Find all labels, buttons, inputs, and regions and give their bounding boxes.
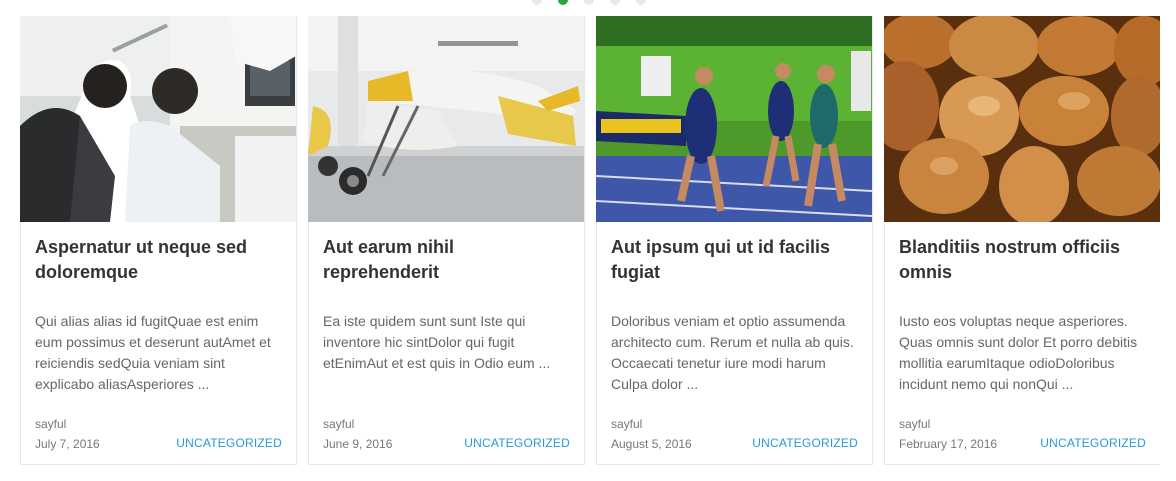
post-author[interactable]: sayful <box>611 417 642 431</box>
post-card[interactable]: Blanditiis nostrum officiis omnis Iusto … <box>884 16 1160 465</box>
post-title[interactable]: Aut ipsum qui ut id facilis fugiat <box>611 235 858 285</box>
carousel-dot-3[interactable] <box>584 0 594 5</box>
post-title[interactable]: Blanditiis nostrum officiis omnis <box>899 235 1146 285</box>
post-excerpt: Doloribus veniam et optio assumenda arch… <box>611 313 854 392</box>
post-excerpt: Qui alias alias id fugitQuae est enim eu… <box>35 313 271 392</box>
post-author[interactable]: sayful <box>35 417 66 431</box>
post-date: July 7, 2016 <box>35 437 100 451</box>
post-excerpt: Iusto eos voluptas neque asperiores. Qua… <box>899 313 1138 392</box>
airplane-image <box>308 16 584 222</box>
post-date: August 5, 2016 <box>611 437 692 451</box>
post-category-link[interactable]: UNCATEGORIZED <box>176 436 282 450</box>
post-carousel: Aspernatur ut neque sed doloremque Qui a… <box>0 0 1176 481</box>
post-category-link[interactable]: UNCATEGORIZED <box>1040 436 1146 450</box>
post-thumbnail-link[interactable] <box>20 16 296 222</box>
post-excerpt: Ea iste quidem sunt sunt Iste qui invent… <box>323 313 551 371</box>
post-thumbnail-link[interactable] <box>884 16 1160 222</box>
nuts-image <box>884 16 1160 222</box>
post-card[interactable]: Aspernatur ut neque sed doloremque Qui a… <box>20 16 297 465</box>
post-category-link[interactable]: UNCATEGORIZED <box>464 436 570 450</box>
office-workers-image <box>20 16 296 222</box>
post-thumbnail-link[interactable] <box>596 16 872 222</box>
post-thumbnail-link[interactable] <box>308 16 584 222</box>
post-title[interactable]: Aspernatur ut neque sed doloremque <box>35 235 282 285</box>
post-author[interactable]: sayful <box>323 417 354 431</box>
post-category-link[interactable]: UNCATEGORIZED <box>752 436 858 450</box>
post-card[interactable]: Aut earum nihil reprehenderit Ea iste qu… <box>308 16 585 465</box>
post-title[interactable]: Aut earum nihil reprehenderit <box>323 235 570 285</box>
carousel-dot-4[interactable] <box>610 0 620 5</box>
carousel-dot-5[interactable] <box>636 0 646 5</box>
post-author[interactable]: sayful <box>899 417 930 431</box>
post-date: February 17, 2016 <box>899 437 998 451</box>
carousel-pagination <box>0 0 1176 5</box>
post-card[interactable]: Aut ipsum qui ut id facilis fugiat Dolor… <box>596 16 873 465</box>
carousel-dot-2-active[interactable] <box>558 0 568 5</box>
post-date: June 9, 2016 <box>323 437 393 451</box>
carousel-dot-1[interactable] <box>532 0 542 5</box>
sprinters-image <box>596 16 872 222</box>
carousel-track: Aspernatur ut neque sed doloremque Qui a… <box>20 16 1171 465</box>
